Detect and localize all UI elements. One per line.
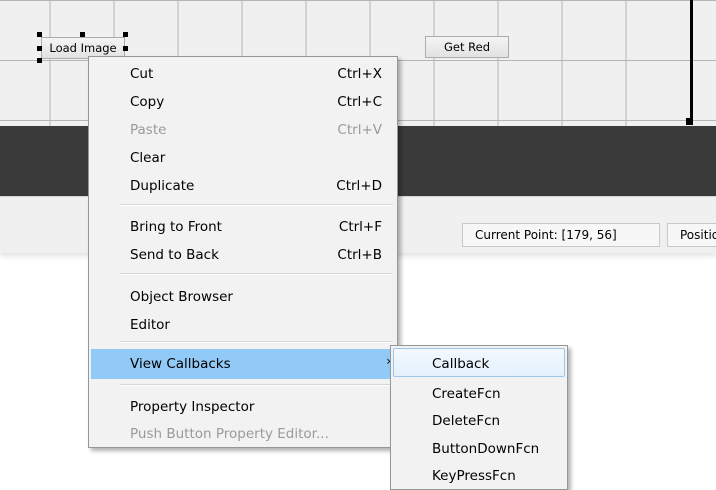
canvas-resize-handle[interactable] — [686, 118, 693, 125]
menu-item-label: Clear — [130, 150, 166, 166]
menu-item-label: Object Browser — [130, 289, 233, 305]
submenu-item-label: CreateFcn — [432, 386, 501, 402]
current-point-readout: Current Point: [179, 56] — [462, 223, 660, 247]
menu-item-clear[interactable]: Clear — [91, 144, 395, 171]
submenu-item-keypressfcn[interactable]: KeyPressFcn — [393, 462, 565, 489]
menu-item-shortcut: Ctrl+B — [337, 247, 382, 263]
callbacks-submenu: Callback CreateFcn DeleteFcn ButtonDownF… — [390, 345, 568, 490]
menu-item-cut[interactable]: Cut Ctrl+X — [91, 60, 395, 87]
selection-handle[interactable] — [80, 32, 85, 37]
selection-handle[interactable] — [123, 32, 128, 37]
menu-separator — [120, 384, 393, 386]
menu-item-label: Duplicate — [130, 178, 195, 194]
menu-item-label: Editor — [130, 317, 170, 333]
menu-item-label: Cut — [130, 66, 154, 82]
menu-item-editor[interactable]: Editor — [91, 311, 395, 338]
menu-item-shortcut: Ctrl+V — [337, 122, 382, 138]
menu-item-view-callbacks[interactable]: View Callbacks › — [91, 349, 395, 379]
selection-handle[interactable] — [37, 46, 42, 51]
selection-handle[interactable] — [123, 46, 128, 51]
menu-item-label: Paste — [130, 122, 167, 138]
submenu-item-deletefcn[interactable]: DeleteFcn — [393, 407, 565, 434]
menu-item-label: View Callbacks — [130, 356, 231, 372]
menu-item-label: Push Button Property Editor... — [130, 426, 329, 442]
submenu-item-createfcn[interactable]: CreateFcn — [393, 380, 565, 407]
menu-item-label: Copy — [130, 94, 165, 110]
menu-item-shortcut: Ctrl+D — [336, 178, 382, 194]
menu-item-shortcut: Ctrl+C — [337, 94, 382, 110]
submenu-item-callback[interactable]: Callback — [393, 348, 565, 377]
submenu-item-buttondownfcn[interactable]: ButtonDownFcn — [393, 435, 565, 462]
selection-handle[interactable] — [37, 58, 42, 63]
context-menu: Cut Ctrl+X Copy Ctrl+C Paste Ctrl+V Clea… — [88, 56, 398, 448]
menu-item-shortcut: Ctrl+X — [337, 66, 382, 82]
menu-item-label: Send to Back — [130, 247, 219, 263]
get-red-button[interactable]: Get Red — [425, 36, 509, 58]
selection-handle[interactable] — [37, 32, 42, 37]
menu-item-bring-to-front[interactable]: Bring to Front Ctrl+F — [91, 213, 395, 240]
submenu-item-label: KeyPressFcn — [432, 468, 516, 484]
canvas-border — [690, 0, 693, 121]
menu-item-push-button-property-editor[interactable]: Push Button Property Editor... — [91, 420, 395, 447]
menu-item-label: Bring to Front — [130, 219, 222, 235]
menu-item-send-to-back[interactable]: Send to Back Ctrl+B — [91, 241, 395, 268]
menu-item-copy[interactable]: Copy Ctrl+C — [91, 88, 395, 115]
menu-item-label: Property Inspector — [130, 399, 255, 415]
position-readout: Position — [667, 223, 716, 247]
submenu-item-label: DeleteFcn — [432, 413, 501, 429]
menu-item-object-browser[interactable]: Object Browser — [91, 283, 395, 310]
menu-separator — [120, 273, 393, 275]
menu-item-duplicate[interactable]: Duplicate Ctrl+D — [91, 172, 395, 199]
submenu-item-label: Callback — [432, 356, 490, 372]
menu-item-property-inspector[interactable]: Property Inspector — [91, 393, 395, 420]
menu-item-paste[interactable]: Paste Ctrl+V — [91, 116, 395, 143]
menu-separator — [120, 204, 393, 206]
submenu-item-label: ButtonDownFcn — [432, 441, 540, 457]
menu-item-shortcut: Ctrl+F — [338, 219, 382, 235]
menu-separator — [120, 341, 393, 343]
